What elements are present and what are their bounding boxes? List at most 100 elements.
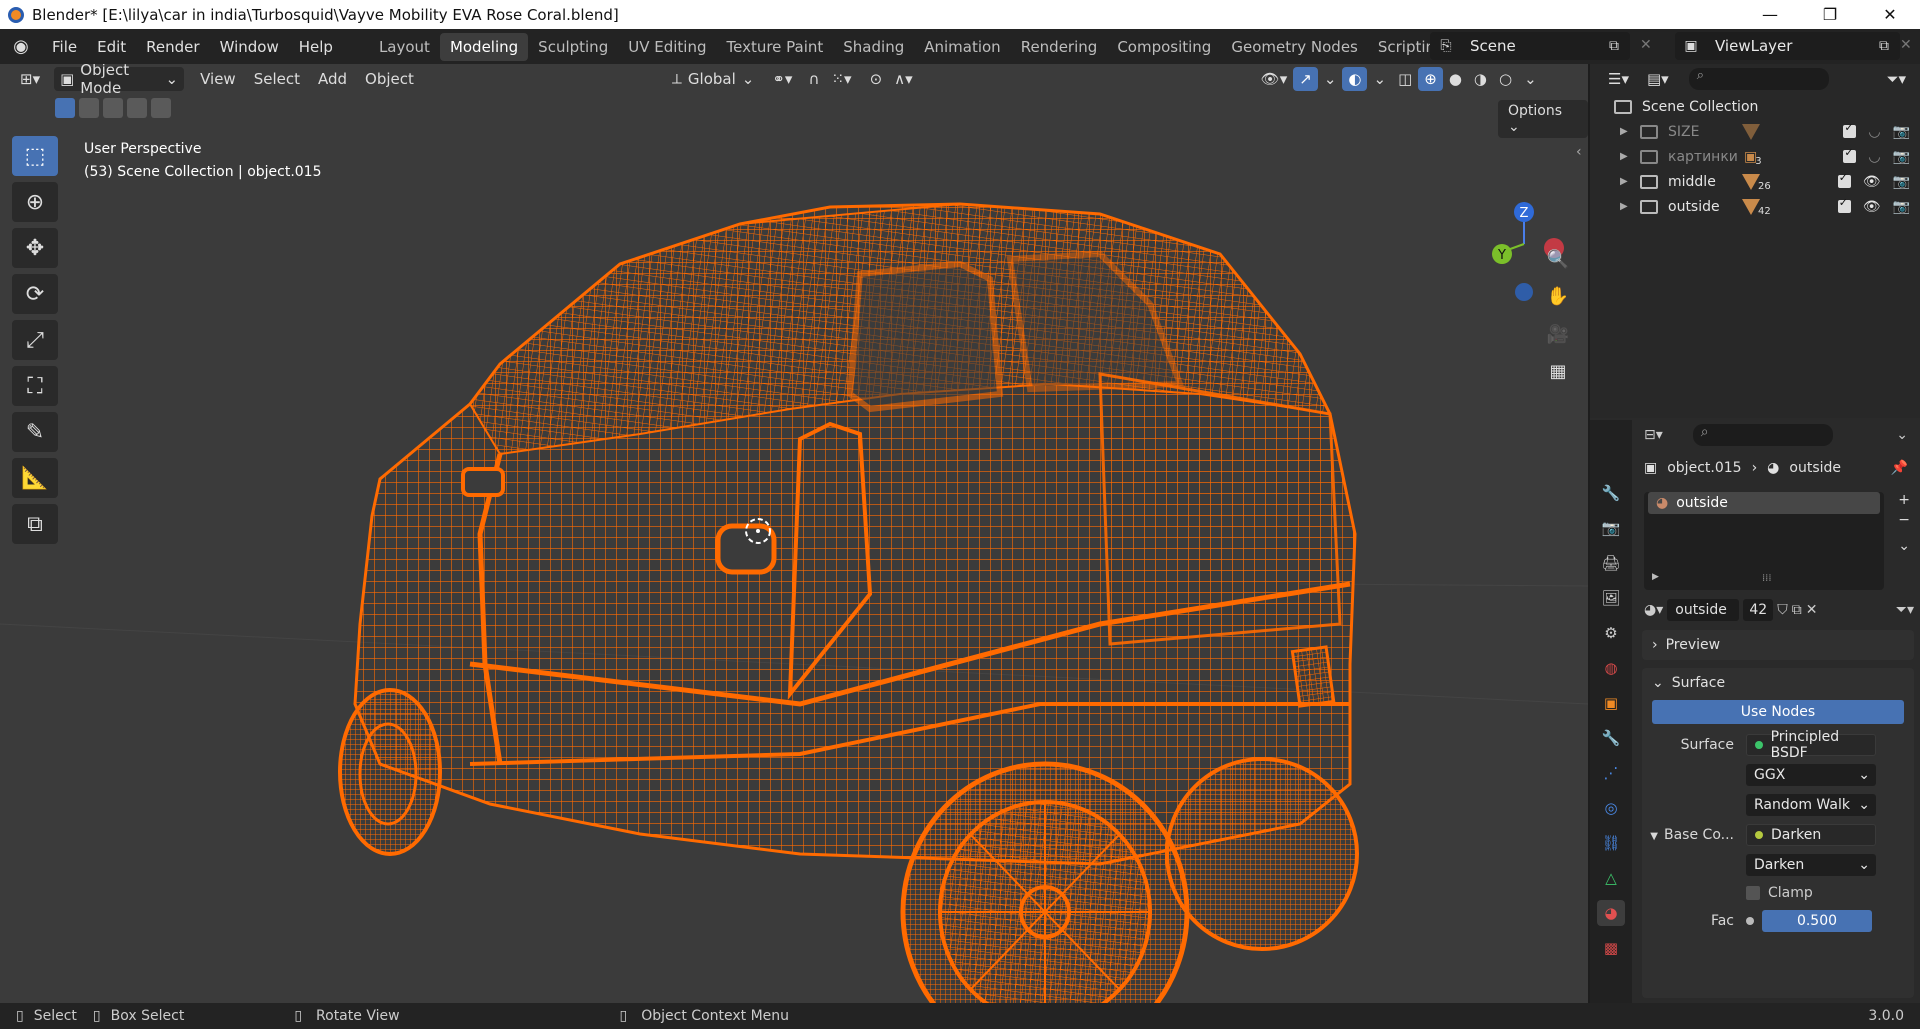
xray-icon[interactable]: ◫ [1392,67,1418,91]
orientation-dropdown[interactable]: ⟂ Global ⌄ [666,67,760,91]
tab-texture-paint[interactable]: Texture Paint [716,33,833,61]
unlink-material-icon[interactable]: ✕ [1806,602,1818,618]
output-tab-icon[interactable]: 🖨 [1597,550,1625,576]
remove-view-layer-icon[interactable]: ✕ [1900,37,1912,53]
outliner-row-outside[interactable]: ▶ outside 42 👁 📷 [1590,194,1920,219]
tab-modeling[interactable]: Modeling [439,32,529,61]
eye-icon[interactable]: 👁 [1863,174,1881,190]
view-layer-tab-icon[interactable]: 🖼 [1597,585,1625,611]
shading-menu-icon[interactable]: ⌄ [1518,67,1543,91]
falloff-icon[interactable]: ∧▾ [888,67,919,91]
scale-tool-icon[interactable]: ⤢ [12,320,58,360]
solid-shading-icon[interactable]: ● [1443,67,1468,91]
material-slot[interactable]: ◕ outside [1648,492,1880,514]
object-tab-icon[interactable]: ▣ [1597,690,1625,716]
view-layer-selector[interactable]: ▣ ViewLayer ⧉ [1675,32,1900,60]
camera-render-icon[interactable]: 📷 [1893,174,1910,190]
copy-scene-icon[interactable]: ⧉ [1598,32,1630,60]
select-new-icon[interactable] [55,98,75,118]
preview-panel[interactable]: › Preview [1642,630,1914,660]
options-dropdown[interactable]: Options ⌄ [1498,100,1588,138]
camera-render-icon[interactable]: 📷 [1893,124,1910,140]
transform-tool-icon[interactable]: ⛶ [12,366,58,406]
expand-icon[interactable]: ▶ [1620,126,1634,137]
modifier-tab-icon[interactable]: 🔧 [1597,725,1625,751]
material-users-count[interactable]: 42 [1743,599,1774,621]
material-name-field[interactable]: outside [1667,599,1740,621]
expand-icon[interactable]: ▶ [1620,201,1634,212]
pin-icon[interactable]: 📌 [1891,460,1908,476]
slot-specials-icon[interactable]: ⌄ [1898,538,1910,554]
tool-tab-icon[interactable]: 🔧 [1597,480,1625,506]
pan-hand-icon[interactable]: ✋ [1541,279,1575,313]
minimize-button[interactable]: — [1740,0,1800,29]
menu-object[interactable]: Object [359,67,420,91]
fake-user-icon[interactable]: ⛉ [1777,602,1788,618]
particles-tab-icon[interactable]: ⋰ [1597,760,1625,786]
base-color-field[interactable]: Darken [1746,824,1876,846]
material-shading-icon[interactable]: ◑ [1468,67,1493,91]
menu-add[interactable]: Add [312,67,353,91]
menu-view[interactable]: View [194,67,242,91]
world-tab-icon[interactable]: ◍ [1597,655,1625,681]
resize-handle-icon[interactable]: ⁞⁞⁞ [1762,573,1772,584]
overlay-menu-icon[interactable]: ⌄ [1367,67,1392,91]
tab-animation[interactable]: Animation [914,33,1010,61]
tab-geometry-nodes[interactable]: Geometry Nodes [1221,33,1368,61]
material-tab-icon[interactable]: ◕ [1597,900,1625,926]
texture-tab-icon[interactable]: ▩ [1597,935,1625,961]
render-tab-icon[interactable]: 📷 [1597,515,1625,541]
exclude-checkbox[interactable] [1843,121,1857,138]
overlay-toggle-icon[interactable]: ◐ [1342,67,1368,91]
outliner-editor-icon[interactable]: ☰▾ [1608,70,1629,88]
move-tool-icon[interactable]: ✥ [12,228,58,268]
rotate-tool-icon[interactable]: ⟳ [12,274,58,314]
rendered-shading-icon[interactable]: ○ [1493,67,1518,91]
expand-icon[interactable]: ▶ [1620,176,1634,187]
annotate-tool-icon[interactable]: ✎ [12,412,58,452]
outliner-search-input[interactable]: ⌕ [1688,68,1829,90]
visibility-icon[interactable]: 👁▾ [1255,67,1294,91]
remove-scene-icon[interactable]: ✕ [1640,37,1652,53]
menu-window[interactable]: Window [210,38,289,56]
link-dropdown-icon[interactable]: ⏷▾ [1896,602,1914,618]
tab-sculpting[interactable]: Sculpting [528,33,618,61]
menu-select[interactable]: Select [248,67,306,91]
scene-tab-icon[interactable]: ⚙ [1597,620,1625,646]
menu-edit[interactable]: Edit [87,38,136,56]
blend-mode-dropdown[interactable]: Darken ⌄ [1746,854,1876,876]
add-slot-icon[interactable]: + [1898,492,1910,508]
surface-shader-field[interactable]: Principled BSDF [1746,729,1876,761]
constraints-tab-icon[interactable]: ⛓ [1597,830,1625,856]
chevron-down-icon[interactable]: ⌄ [1896,427,1908,443]
select-invert-icon[interactable] [127,98,147,118]
pivot-icon[interactable]: ⚭▾ [766,67,798,91]
outliner-row-kartinki[interactable]: ▶ картинки ▣ 3 ◡ 📷 [1590,144,1920,169]
camera-render-icon[interactable]: 📷 [1893,199,1910,215]
distribution-dropdown[interactable]: GGX ⌄ [1746,764,1876,786]
outliner-row-size[interactable]: ▶ SIZE ◡ 📷 [1590,119,1920,144]
exclude-checkbox[interactable] [1837,196,1851,213]
exclude-checkbox[interactable] [1843,146,1857,163]
menu-file[interactable]: File [42,38,87,56]
close-button[interactable]: ✕ [1860,0,1920,29]
outliner-row-middle[interactable]: ▶ middle 26 👁 📷 [1590,169,1920,194]
zoom-icon[interactable]: 🔍 [1541,242,1575,276]
copy-view-layer-icon[interactable]: ⧉ [1868,32,1900,60]
display-mode-icon[interactable]: ▤▾ [1647,70,1669,88]
ortho-grid-icon[interactable]: ▦ [1541,354,1575,388]
base-color-label[interactable]: ▼ Base Co... [1642,827,1746,843]
tab-layout[interactable]: Layout [369,33,440,61]
menu-render[interactable]: Render [136,38,209,56]
filter-icon[interactable]: ⏷▾ [1886,70,1906,88]
remove-slot-icon[interactable]: − [1898,512,1910,528]
properties-editor-icon[interactable]: ⊟▾ [1644,427,1663,443]
fac-slider[interactable]: 0.500 [1762,910,1872,932]
data-tab-icon[interactable]: △ [1597,865,1625,891]
clamp-checkbox[interactable] [1746,886,1760,900]
subsurface-method-dropdown[interactable]: Random Walk ⌄ [1746,794,1876,816]
use-nodes-button[interactable]: Use Nodes [1652,700,1904,724]
surface-panel-header[interactable]: ⌄ Surface [1642,668,1914,698]
eye-icon[interactable]: 👁 [1863,199,1881,215]
eye-hidden-icon[interactable]: ◡ [1868,149,1880,165]
